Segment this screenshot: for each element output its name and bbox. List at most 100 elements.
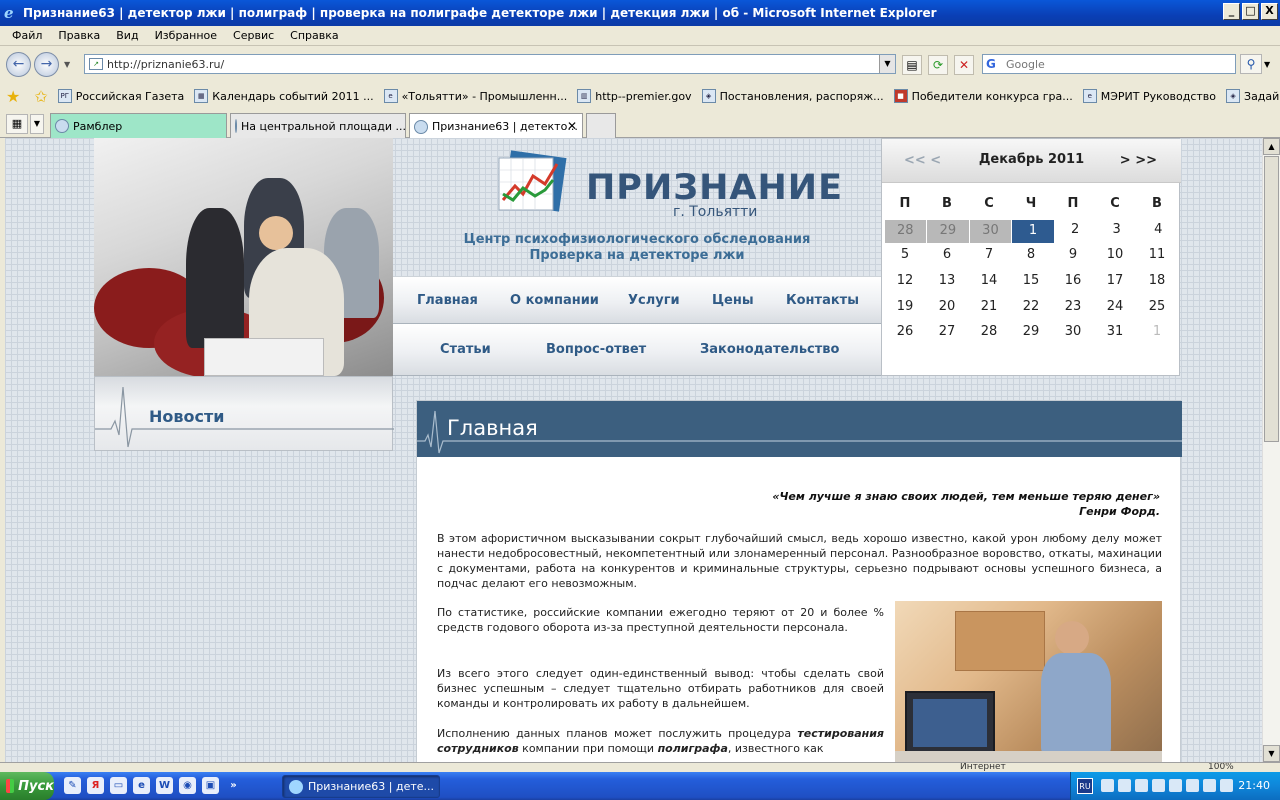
quicklaunch-app-icon[interactable]: ✎: [64, 777, 81, 794]
desktop-icon[interactable]: ▭: [110, 777, 127, 794]
taskbar-window-ie[interactable]: Признание63 | дете...: [282, 775, 440, 798]
calendar-day[interactable]: 23: [1052, 296, 1094, 322]
favorite-item[interactable]: e МЭРИТ Руководство: [1082, 89, 1216, 103]
calendar-day[interactable]: 12: [884, 270, 926, 296]
calendar-day[interactable]: 1: [1136, 321, 1178, 347]
history-dropdown-icon[interactable]: ▼: [64, 60, 70, 69]
calendar-day[interactable]: 30: [1052, 321, 1094, 347]
calendar-day[interactable]: 24: [1094, 296, 1136, 322]
favorite-item[interactable]: РГ Российская Газета: [57, 89, 184, 103]
calendar-prev[interactable]: << <: [904, 153, 941, 168]
favorite-item[interactable]: ◈Задай вопрос мэру: [1226, 89, 1280, 103]
menu-edit[interactable]: Правка: [58, 29, 100, 42]
calendar-day[interactable]: 2: [1054, 219, 1096, 245]
favorite-item[interactable]: ▥ http--premier.gov: [577, 89, 692, 103]
minimize-button[interactable]: _: [1223, 3, 1240, 20]
calendar-day[interactable]: 3: [1096, 219, 1138, 245]
calendar-day[interactable]: 10: [1094, 244, 1136, 270]
menu-help[interactable]: Справка: [290, 29, 338, 42]
tab-priznanie63[interactable]: Признание63 | детекто... ✕: [409, 113, 583, 139]
search-box[interactable]: G: [982, 54, 1236, 74]
new-tab-button[interactable]: [586, 113, 616, 138]
calendar-day[interactable]: 28: [968, 321, 1010, 347]
calendar-day-today[interactable]: 1: [1012, 219, 1054, 244]
calendar-day[interactable]: 19: [884, 296, 926, 322]
calendar-next[interactable]: > >>: [1120, 153, 1157, 168]
computer-icon[interactable]: ▣: [202, 777, 219, 794]
calendar-day[interactable]: 6: [926, 244, 968, 270]
clock[interactable]: 21:40: [1238, 779, 1270, 792]
calendar-day[interactable]: 30: [969, 219, 1012, 244]
forward-button[interactable]: →: [34, 52, 59, 77]
close-button[interactable]: X: [1261, 3, 1278, 20]
nav-about[interactable]: О компании: [510, 293, 599, 308]
search-dropdown-icon[interactable]: ▼: [1264, 60, 1270, 69]
menu-favorites[interactable]: Избранное: [155, 29, 217, 42]
calendar-day[interactable]: 26: [884, 321, 926, 347]
nav-contacts[interactable]: Контакты: [786, 293, 859, 308]
nav-services[interactable]: Услуги: [628, 293, 680, 308]
maximize-button[interactable]: □: [1242, 3, 1259, 20]
start-button[interactable]: Пуск: [0, 772, 54, 800]
favorites-star-icon[interactable]: ★: [6, 87, 20, 106]
nav-prices[interactable]: Цены: [712, 293, 754, 308]
nav-legislation[interactable]: Законодательство: [700, 342, 839, 357]
tab-rambler[interactable]: Рамблер: [50, 113, 227, 138]
address-dropdown-icon[interactable]: ▼: [879, 55, 895, 73]
scroll-thumb[interactable]: [1264, 156, 1279, 442]
volume-icon[interactable]: [1135, 779, 1148, 792]
calendar-day[interactable]: 15: [1010, 270, 1052, 296]
close-tab-icon[interactable]: ✕: [567, 119, 577, 133]
news-title[interactable]: Новости: [149, 407, 224, 426]
calendar-day[interactable]: 7: [968, 244, 1010, 270]
calendar-day[interactable]: 28: [884, 219, 927, 244]
compatibility-icon[interactable]: ▤: [902, 55, 922, 75]
calendar-day[interactable]: 18: [1136, 270, 1178, 296]
address-bar[interactable]: ↗ http://priznanie63.ru/ ▼: [84, 54, 896, 74]
address-url[interactable]: http://priznanie63.ru/: [107, 58, 224, 71]
calendar-day[interactable]: 9: [1052, 244, 1094, 270]
menu-view[interactable]: Вид: [116, 29, 138, 42]
calendar-day[interactable]: 17: [1094, 270, 1136, 296]
ie-quicklaunch-icon[interactable]: e: [133, 777, 150, 794]
logo-text[interactable]: ПРИЗНАНИЕ: [586, 168, 843, 208]
calendar-day[interactable]: 13: [926, 270, 968, 296]
favorite-item[interactable]: ◈ Постановления, распоряж...: [701, 89, 884, 103]
favorite-item[interactable]: ▦ Календарь событий 2011 ...: [194, 89, 374, 103]
antivirus-icon[interactable]: [1169, 779, 1182, 792]
safely-remove-icon[interactable]: [1152, 779, 1165, 792]
add-favorite-icon[interactable]: ✩: [34, 87, 47, 106]
calendar-day[interactable]: 27: [926, 321, 968, 347]
firefox-icon[interactable]: ◉: [179, 777, 196, 794]
calendar-day[interactable]: 16: [1052, 270, 1094, 296]
calendar-day[interactable]: 8: [1010, 244, 1052, 270]
word-icon[interactable]: W: [156, 777, 173, 794]
stop-icon[interactable]: ✕: [954, 55, 974, 75]
tray-app-icon[interactable]: [1101, 779, 1114, 792]
tray-app-icon[interactable]: [1186, 779, 1199, 792]
emphasis-link[interactable]: полиграфа: [658, 742, 728, 755]
nav-home[interactable]: Главная: [417, 293, 478, 308]
vertical-scrollbar[interactable]: ▲ ▼: [1262, 138, 1280, 762]
calendar-day[interactable]: 22: [1010, 296, 1052, 322]
scroll-up-icon[interactable]: ▲: [1263, 138, 1280, 155]
scroll-down-icon[interactable]: ▼: [1263, 745, 1280, 762]
calendar-day[interactable]: 20: [926, 296, 968, 322]
calendar-day[interactable]: 4: [1137, 219, 1179, 245]
back-button[interactable]: ←: [6, 52, 31, 77]
favorite-item[interactable]: e «Тольятти» - Промышленн...: [383, 89, 567, 103]
menu-file[interactable]: Файл: [12, 29, 42, 42]
calendar-day[interactable]: 14: [968, 270, 1010, 296]
calendar-day[interactable]: 25: [1136, 296, 1178, 322]
yandex-icon[interactable]: Я: [87, 777, 104, 794]
calendar-day[interactable]: 5: [884, 244, 926, 270]
tab-list-dropdown-icon[interactable]: ▼: [30, 114, 44, 134]
search-input[interactable]: [1006, 57, 1226, 71]
network-icon[interactable]: [1118, 779, 1131, 792]
calendar-day[interactable]: 29: [927, 219, 969, 244]
tab-central-square[interactable]: На центральной площади ...: [230, 113, 406, 138]
tray-app-icon[interactable]: [1203, 779, 1216, 792]
favorite-item[interactable]: ■ Победители конкурса гра...: [893, 89, 1073, 103]
menu-tools[interactable]: Сервис: [233, 29, 274, 42]
search-button[interactable]: ⚲: [1240, 54, 1262, 74]
